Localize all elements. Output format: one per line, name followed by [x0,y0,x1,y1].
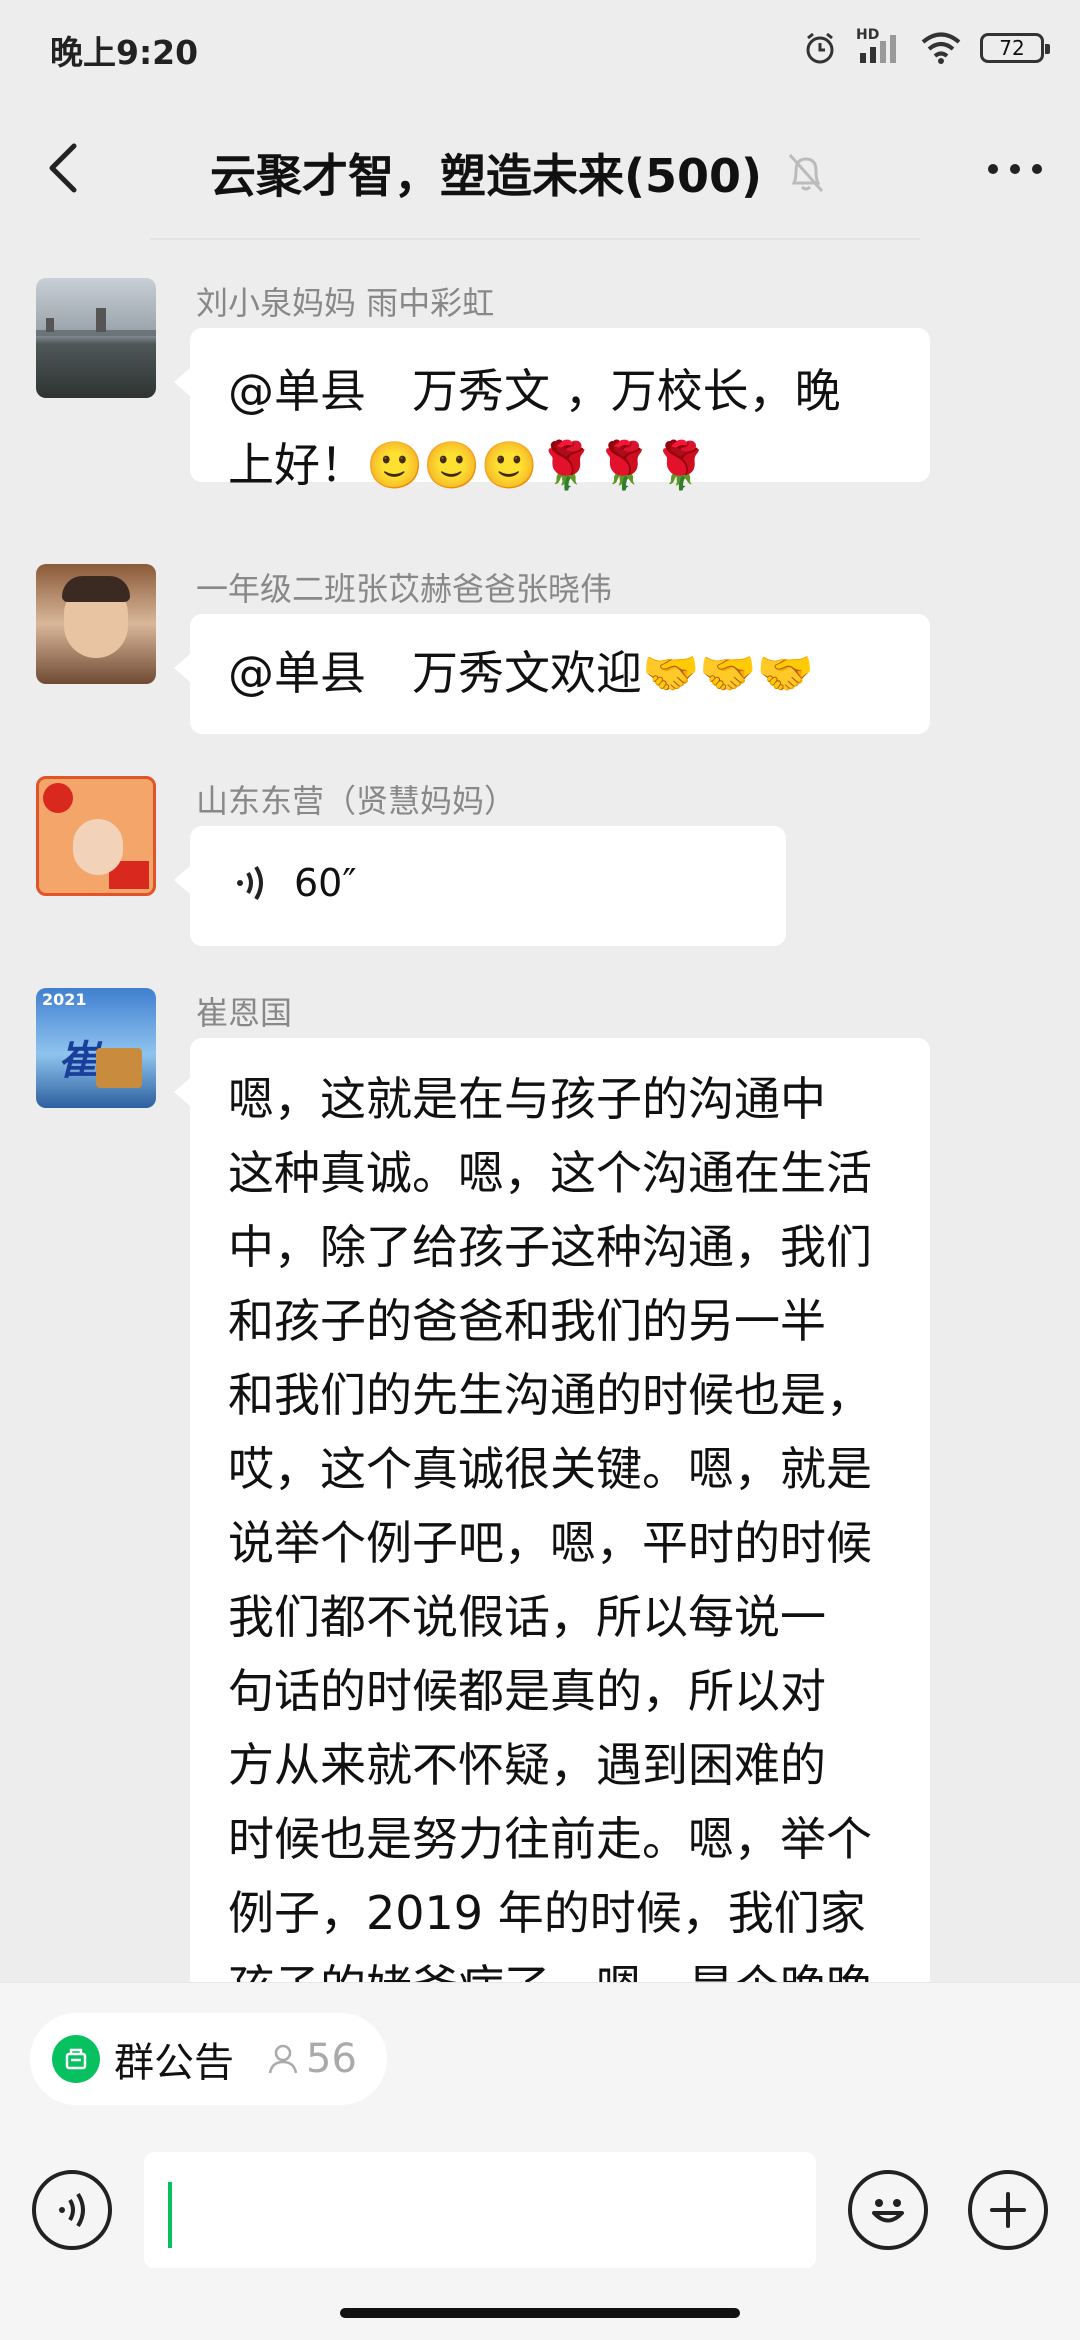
notice-icon [52,2035,100,2083]
message-bubble[interactable]: @单县 万秀文欢迎🤝🤝🤝 [174,614,930,734]
more-icon[interactable] [980,144,1050,194]
voice-wave-icon [237,865,263,901]
chat-header: 云聚才智，塑造未来(500) [0,100,1080,240]
sender-name: 一年级二班张苡赫爸爸张晓伟 [196,570,613,608]
chat-title: 云聚才智，塑造未来(500) [210,149,763,203]
alarm-icon [806,32,834,64]
sender-name: 山东东营（贤慧妈妈） [196,782,517,820]
back-icon[interactable] [36,138,96,198]
sender-name: 崔恩国 [196,994,293,1032]
sender-name: 刘小泉妈妈 雨中彩虹 [196,284,495,322]
avatar[interactable] [36,776,156,896]
smile-icon [872,2199,904,2223]
message-list[interactable]: 刘小泉妈妈 雨中彩虹 @单县 万秀文 ，万校长，晚 上好！🙂🙂🙂🌹🌹🌹 一年级二… [0,242,1080,1982]
message-line: @单县 万秀文欢迎🤝🤝🤝 [228,646,814,700]
message-line: 方从来就不怀疑，遇到困难的 [228,1738,826,1792]
message-bubble[interactable]: @单县 万秀文 ，万校长，晚 上好！🙂🙂🙂🌹🌹🌹 [174,328,930,492]
signal-icon: HD [856,27,902,65]
title-group: 云聚才智，塑造未来(500) [210,140,826,206]
message-line: 中，除了给孩子这种沟通，我们 [228,1220,872,1274]
header-divider [150,238,920,240]
wifi-icon [921,32,961,64]
home-indicator[interactable] [340,2308,740,2318]
voice-wave-icon [59,2192,85,2228]
notice-label: 群公告 [114,2040,234,2086]
message-line: 我们都不说假话，所以每说一 [228,1590,826,1644]
status-time: 晚上9:20 [50,33,199,72]
status-bar: 晚上9:20 HD 72 [0,0,1080,100]
message-line: 孩子的姥爷病了，嗯，是个晚晚 [228,1950,892,1982]
message-line: @单县 万秀文 ，万校长，晚 [228,364,841,418]
message-line: 哎，这个真诚很关键。嗯，就是 [228,1442,872,1496]
message-line: 说举个例子吧，嗯，平时的时候 [228,1516,872,1570]
message-line: 和我们的先生沟通的时候也是， [228,1368,872,1422]
voice-message: 60″ [228,846,748,920]
status-icons: HD 72 [802,26,1050,70]
message-line: 时候也是努力往前走。嗯，举个 [228,1812,872,1866]
message-input[interactable] [144,2152,816,2268]
message-line: 嗯，这就是在与孩子的沟通中 [228,1072,826,1126]
message-bubble[interactable]: 嗯，这就是在与孩子的沟通中 这种真诚。嗯，这个沟通在生活 中，除了给孩子这种沟通… [174,1038,930,1982]
emoji-button[interactable] [848,2170,928,2250]
message-line: 句话的时候都是真的，所以对 [228,1664,826,1718]
voice-input-button[interactable] [32,2170,112,2250]
message-line: 和孩子的爸爸和我们的另一半 [228,1294,826,1348]
mute-bell-icon [788,154,824,192]
person-icon [268,2044,298,2074]
voice-bubble[interactable]: 60″ [174,826,786,946]
battery-icon: 72 [980,33,1050,63]
group-notice-button[interactable]: 群公告 56 [30,2013,387,2105]
more-functions-button[interactable] [968,2170,1048,2250]
member-count: 56 [266,2036,357,2082]
text-caret [168,2182,172,2248]
notice-area: 群公告 56 [0,1982,1080,2133]
avatar[interactable] [36,278,156,398]
avatar[interactable]: 2021 崔 [36,988,156,1108]
message-line: 上好！🙂🙂🙂🌹🌹🌹 [228,438,710,492]
plus-icon [990,2192,1026,2228]
message-line: 这种真诚。嗯，这个沟通在生活 [228,1146,872,1200]
avatar[interactable] [36,564,156,684]
message-line: 例子，2019 年的时候，我们家 [228,1886,866,1940]
voice-duration: 60″ [294,861,357,905]
